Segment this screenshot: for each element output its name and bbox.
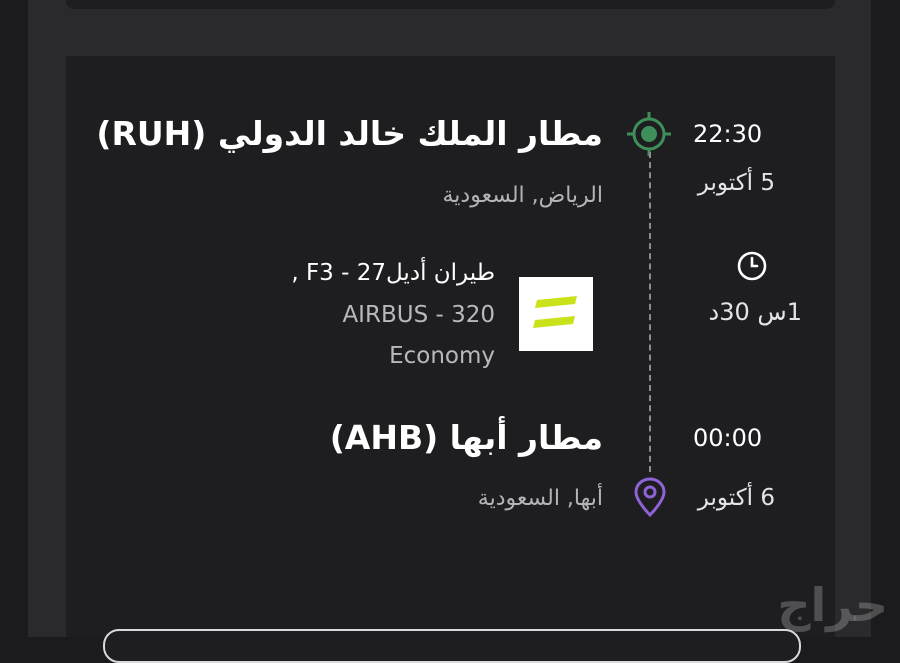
- arrival-date: 6 أكتوبر: [697, 485, 775, 511]
- haraj-watermark: حراج: [777, 578, 888, 632]
- arrival-airport-name: مطار أبها (AHB): [329, 418, 603, 457]
- arrival-city: أبها, السعودية: [477, 486, 603, 511]
- airline-logo: [519, 277, 593, 351]
- departure-time: 22:30: [693, 120, 763, 148]
- cabin-class: Economy: [389, 343, 495, 369]
- airline-flight-number: طيران أديل27 - F3 ,: [291, 260, 495, 286]
- origin-target-icon: [627, 112, 671, 156]
- clock-icon: [737, 251, 767, 281]
- departure-city: الرياض, السعودية: [442, 183, 604, 208]
- aircraft-type: AIRBUS - 320: [342, 302, 495, 328]
- departure-date: 5 أكتوبر: [697, 170, 775, 196]
- destination-pin-icon: [634, 477, 666, 518]
- departure-airport-name: مطار الملك خالد الدولي (RUH): [96, 114, 603, 153]
- bottom-button[interactable]: [103, 629, 801, 663]
- flight-duration: 1س 30د: [708, 298, 802, 326]
- route-timeline: [649, 152, 651, 472]
- previous-card: [66, 0, 835, 9]
- flyadeal-logo-icon: [533, 296, 577, 328]
- arrival-time: 00:00: [693, 424, 763, 452]
